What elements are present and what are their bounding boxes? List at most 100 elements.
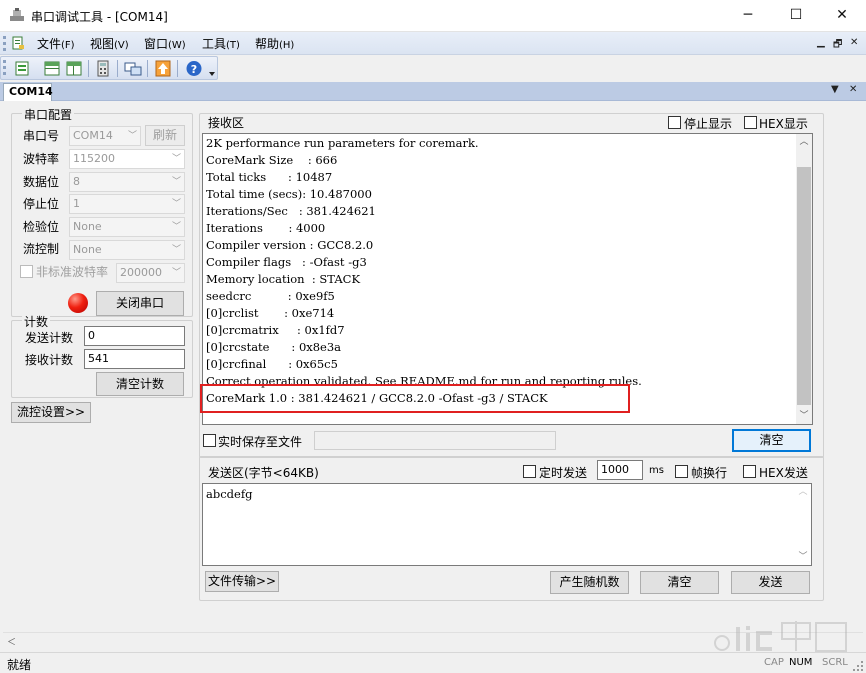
hex-send-checkbox[interactable] [743,465,756,478]
nonstandard-baud-checkbox[interactable] [20,265,33,278]
upload-icon[interactable] [153,59,173,78]
menu-view[interactable]: 视图(V) [90,35,129,52]
scroll-down-icon[interactable]: ﹀ [796,408,812,424]
caps-lock-indicator: CAP [764,657,784,668]
stopbits-label: 停止位 [23,197,60,211]
send-text: abcdefg [206,487,253,501]
timed-send-checkbox[interactable] [523,465,536,478]
hex-display-label: HEX显示 [759,117,808,131]
mdi-minimize-button[interactable]: ▁ [817,37,825,48]
recv-count-field: 541 [84,349,185,369]
split-vertical-icon[interactable] [64,59,84,78]
hex-display-checkbox[interactable] [744,116,757,129]
receive-textarea[interactable]: 2K performance run parameters for corema… [202,133,813,425]
tab-list-dropdown-button[interactable]: ▼ [831,84,839,95]
receive-line: Iterations : 4000 [206,221,326,235]
result-highlight-box [200,384,630,413]
timed-send-label: 定时发送 [539,466,588,480]
watermark-logo [714,621,847,652]
port-select-value: COM14 [73,129,113,142]
split-horizontal-icon[interactable] [42,59,62,78]
stopbits-select-value: 1 [73,197,80,210]
parity-select[interactable]: None ﹀ [69,217,185,237]
baud-select[interactable]: 115200 ﹀ [69,149,185,169]
menu-view-label: 视图 [90,37,115,51]
refresh-ports-button[interactable]: 刷新 [145,125,185,146]
nonstandard-baud-label: 非标准波特率 [36,265,109,279]
close-port-button[interactable]: 关闭串口 [96,291,184,316]
chevron-down-icon: ﹀ [171,268,181,278]
send-button[interactable]: 发送 [731,571,810,594]
receive-scrollbar[interactable]: ︿ ﹀ [796,134,812,424]
document-tab-strip: COM14 ▼ ✕ [0,82,866,101]
send-interval-field[interactable]: 1000 [597,460,643,480]
menu-help-label: 帮助 [255,37,280,51]
minimize-button[interactable]: ─ [725,0,771,31]
clear-send-button[interactable]: 清空 [640,571,719,594]
maximize-button[interactable]: ☐ [773,0,819,31]
realtime-save-checkbox[interactable] [203,434,216,447]
clear-count-button[interactable]: 清空计数 [96,372,184,396]
menu-file[interactable]: 文件(F) [37,35,75,52]
save-path-field[interactable] [314,431,556,450]
menu-tools[interactable]: 工具(T) [202,35,240,52]
scroll-up-icon[interactable]: ︿ [796,134,812,150]
send-title: 发送区(字节<64KB) [206,464,321,481]
nonstandard-baud-select[interactable]: 200000 ﹀ [116,263,185,283]
mdi-restore-button[interactable]: 🗗 [833,37,842,54]
scroll-down-icon[interactable]: ﹀ [795,549,811,565]
calculator-icon[interactable] [93,59,113,78]
receive-line: Compiler flags : -Ofast -g3 [206,255,367,269]
tab-com14[interactable]: COM14 [3,83,53,101]
flow-settings-button[interactable]: 流控设置>> [11,402,91,423]
toolbar-overflow-icon[interactable] [208,71,216,77]
send-textarea[interactable]: abcdefg ︿ ﹀ [202,483,812,566]
port-status-led-icon [68,293,88,313]
toolbar-grip[interactable] [3,60,6,75]
stopbits-select[interactable]: 1 ﹀ [69,194,185,214]
nonstandard-baud-value: 200000 [120,266,162,279]
close-window-button[interactable]: ✕ [819,0,865,31]
mdi-close-button[interactable]: ✕ [850,37,858,48]
receive-line: [0]crclist : 0xe714 [206,306,335,320]
screen-icon[interactable] [123,59,143,78]
menu-help[interactable]: 帮助(H) [255,35,294,52]
toolbar-separator [88,60,89,77]
receive-line: Total ticks : 10487 [206,170,333,184]
baud-select-value: 115200 [73,152,115,165]
receive-scrollbar-thumb[interactable] [797,167,811,405]
port-select[interactable]: COM14 ﹀ [69,126,141,146]
receive-line: [0]crcmatrix : 0x1fd7 [206,323,345,337]
scroll-left-icon[interactable]: ＜ [7,635,16,648]
new-connection-icon[interactable] [12,59,32,78]
scroll-lock-indicator: SCRL [822,657,848,668]
menu-window[interactable]: 窗口(W) [144,35,186,52]
document-icon [12,36,24,50]
random-data-button[interactable]: 产生随机数 [550,571,629,594]
chevron-down-icon: ﹀ [171,245,181,255]
hex-send-label: HEX发送 [759,466,808,480]
receive-line: [0]crcfinal : 0x65c5 [206,357,338,371]
chevron-down-icon: ﹀ [171,222,181,232]
toolbar: ? [0,56,218,80]
tab-close-button[interactable]: ✕ [849,84,857,95]
stop-display-checkbox[interactable] [668,116,681,129]
menubar-grip[interactable] [3,36,6,51]
scroll-up-icon[interactable]: ︿ [795,484,811,500]
clear-receive-button[interactable]: 清空 [732,429,811,452]
receive-line: Total time (secs): 10.487000 [206,187,372,201]
menu-window-label: 窗口 [144,37,169,51]
menu-view-key: (V) [114,40,129,51]
toolbar-separator [147,60,148,77]
frame-newline-checkbox[interactable] [675,465,688,478]
flow-control-select[interactable]: None ﹀ [69,240,185,260]
menu-tools-key: (T) [226,40,240,51]
send-scrollbar[interactable]: ︿ ﹀ [795,484,811,565]
help-icon[interactable]: ? [184,59,204,78]
file-transfer-button[interactable]: 文件传输>> [205,571,279,592]
databits-select[interactable]: 8 ﹀ [69,172,185,192]
databits-select-value: 8 [73,175,80,188]
resize-grip-icon[interactable] [852,660,864,672]
chevron-down-icon: ﹀ [171,199,181,209]
recv-count-label: 接收计数 [25,353,74,367]
